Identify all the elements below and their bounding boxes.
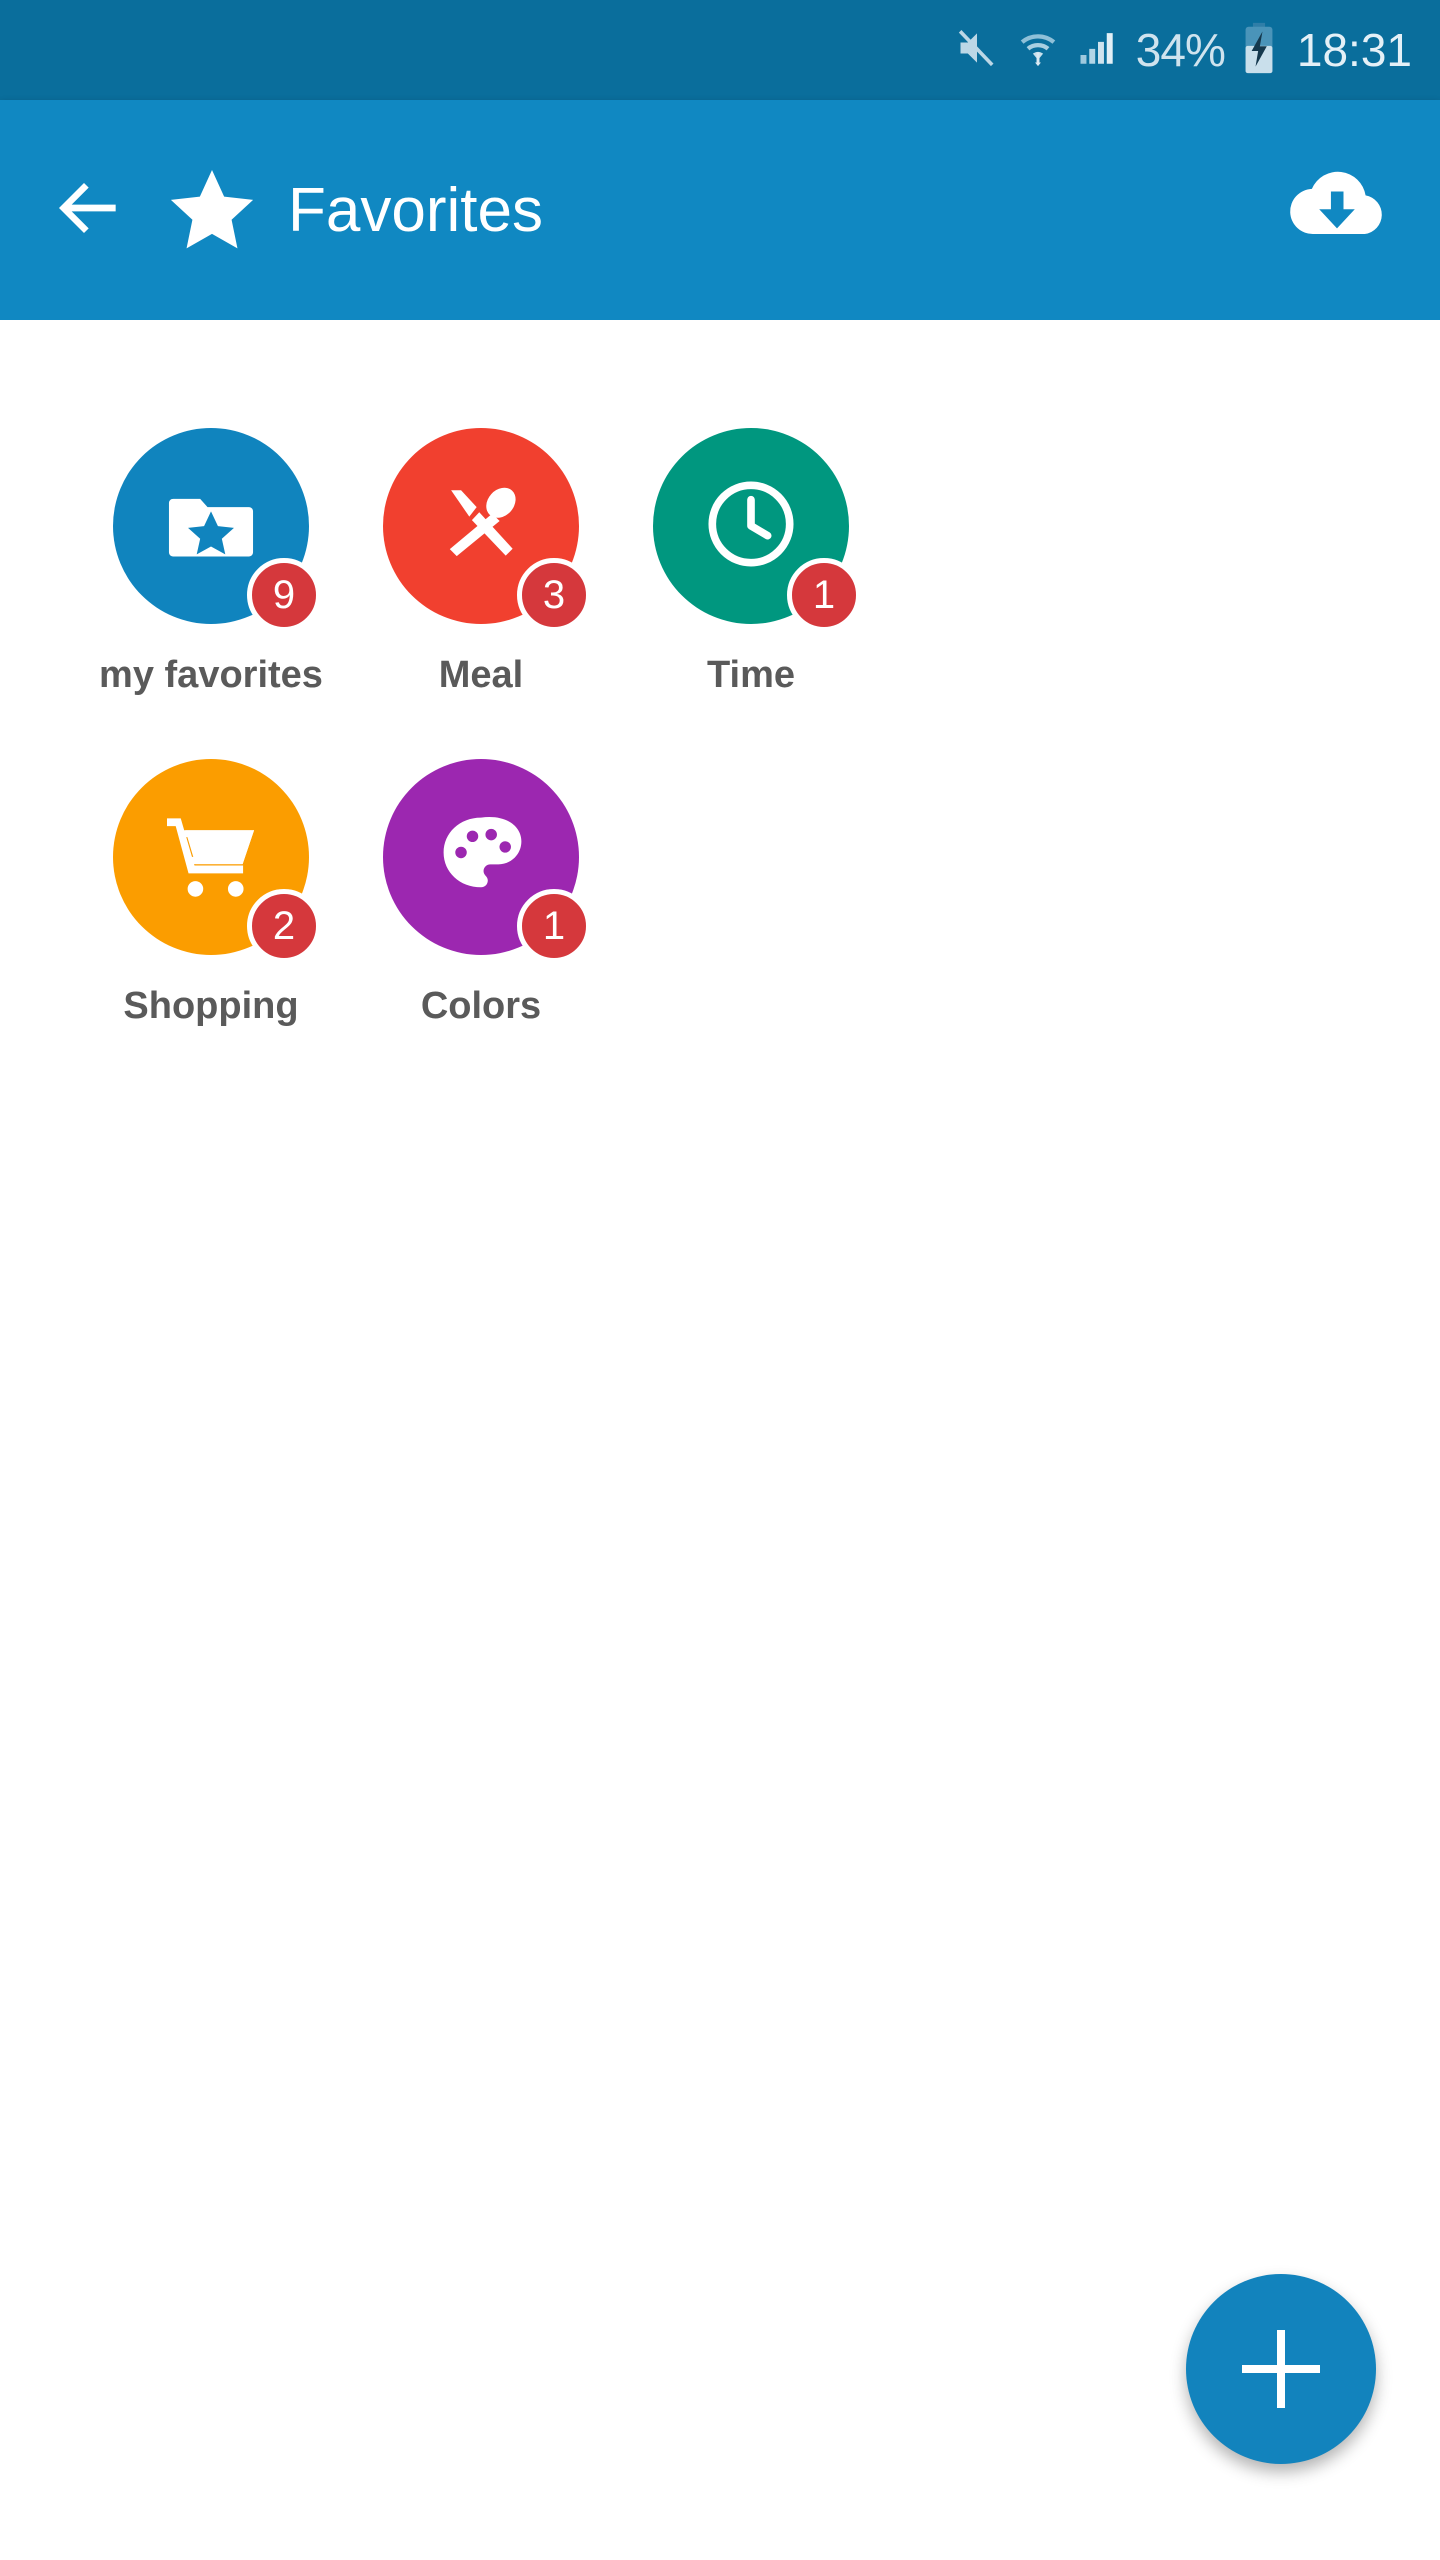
tile-label: Colors [420, 985, 542, 1027]
tile-label: my favorites [99, 654, 323, 696]
tile-circle-wrap: 3 [383, 428, 591, 632]
grid-item-my-favorites[interactable]: 9 my favorites [76, 428, 346, 697]
grid-item-time[interactable]: 1 Time [616, 428, 886, 697]
status-bar: 34% 18:31 [0, 0, 1440, 100]
tile-label: Meal [438, 654, 524, 696]
status-clock: 18:31 [1296, 24, 1412, 76]
wifi-icon [1016, 26, 1060, 75]
tile-circle-wrap: 9 [113, 428, 321, 632]
tile-label: Shopping [123, 985, 299, 1027]
star-icon [164, 162, 260, 258]
battery-charging-icon [1242, 22, 1276, 79]
status-badge: 1 [517, 889, 591, 963]
tile-label: Time [706, 654, 795, 696]
status-badge: 3 [517, 558, 591, 632]
status-bar-icons: 34% 18:31 [955, 22, 1412, 79]
favorites-grid: 9 my favorites 3 Meal 1 Time 2 Shopping … [0, 428, 1440, 1028]
add-button[interactable] [1186, 2274, 1376, 2464]
content-area: 9 my favorites 3 Meal 1 Time 2 Shopping … [0, 320, 1440, 2560]
cutlery-icon [429, 472, 533, 581]
grid-item-shopping[interactable]: 2 Shopping [76, 759, 346, 1028]
tile-circle-wrap: 1 [383, 759, 591, 963]
page-title: Favorites [288, 175, 543, 245]
back-button[interactable] [46, 167, 132, 253]
battery-percent-label: 34% [1135, 24, 1226, 76]
grid-item-colors[interactable]: 1 Colors [346, 759, 616, 1028]
status-badge: 1 [787, 558, 861, 632]
app-bar: Favorites [0, 100, 1440, 320]
plus-icon [1242, 2330, 1320, 2408]
status-badge: 2 [247, 889, 321, 963]
status-badge: 9 [247, 558, 321, 632]
cloud-download-icon [1285, 156, 1389, 265]
shopping-cart-icon [156, 800, 266, 915]
palette-icon [430, 804, 532, 911]
download-button[interactable] [1282, 155, 1392, 265]
signal-icon [1077, 26, 1119, 75]
tile-circle-wrap: 2 [113, 759, 321, 963]
mute-icon [955, 26, 999, 75]
arrow-back-icon [49, 168, 129, 253]
grid-item-meal[interactable]: 3 Meal [346, 428, 616, 697]
folder-star-icon [159, 472, 263, 581]
clock-icon [697, 470, 805, 583]
tile-circle-wrap: 1 [653, 428, 861, 632]
